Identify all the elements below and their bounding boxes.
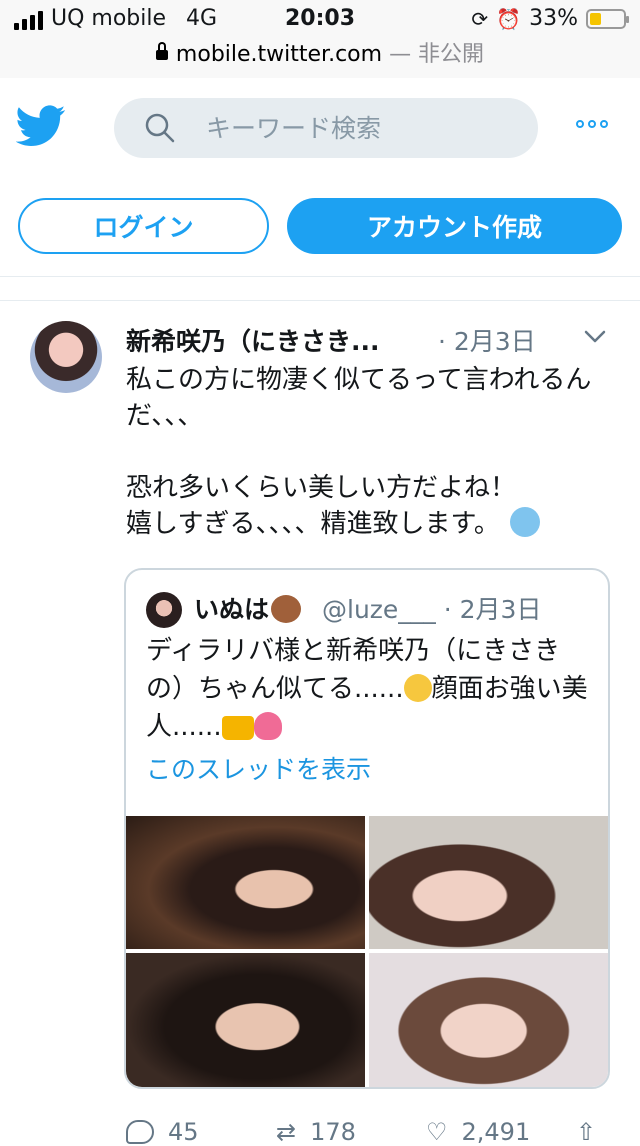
heart-emoji-icon xyxy=(253,712,282,740)
photo-1[interactable] xyxy=(126,816,365,949)
photo-grid xyxy=(126,816,608,1087)
reply-count: 45 xyxy=(168,1118,199,1146)
retweet-count: 178 xyxy=(310,1118,356,1146)
url-bar[interactable]: mobile.twitter.com — 非公開 xyxy=(0,40,640,78)
status-bar: UQ mobile 4G 20:03 ⟳ ⏰ 33% xyxy=(0,0,640,40)
quoted-date: · 2月3日 xyxy=(443,595,542,624)
tweet-text-line: 恐れ多いくらい美しい方だよね！ xyxy=(126,473,517,503)
chevron-down-icon[interactable] xyxy=(584,330,606,344)
tweet-text-line: 私この方に物凄く似てるって言われるんだ、、、 xyxy=(126,365,592,431)
author-avatar[interactable] xyxy=(30,321,102,393)
tweet-text-line: 嬉しすぎる、、、、精進致します。 xyxy=(126,509,500,539)
url-domain: mobile.twitter.com xyxy=(175,42,383,67)
reply-button[interactable]: 45 xyxy=(126,1118,276,1146)
like-count: 2,491 xyxy=(461,1118,531,1146)
retweet-icon: ⇄ xyxy=(276,1118,297,1146)
rotation-lock-icon: ⟳ xyxy=(471,6,489,31)
twitter-logo-icon[interactable] xyxy=(16,104,66,148)
reply-icon xyxy=(126,1120,154,1144)
search-icon xyxy=(145,113,175,143)
alarm-icon: ⏰ xyxy=(496,6,522,31)
tweet-actions: 45 ⇄ 178 ♡ 2,491 ⇧ xyxy=(126,1118,616,1146)
quoted-tweet[interactable]: いぬは @luze___ · 2月3日 ディラリバ様と新希咲乃（にきさきの）ちゃ… xyxy=(124,568,610,1089)
photo-4[interactable] xyxy=(369,953,608,1087)
retweet-button[interactable]: ⇄ 178 xyxy=(276,1118,426,1146)
tweet-text: 私この方に物凄く似てるって言われるんだ、、、 恐れ多いくらい美しい方だよね！ 嬉… xyxy=(126,362,616,542)
tweet-date[interactable]: · 2月3日 xyxy=(438,322,536,358)
like-button[interactable]: ♡ 2,491 xyxy=(426,1118,576,1146)
private-mode-label: — 非公開 xyxy=(389,42,485,67)
battery-percent: 33% xyxy=(529,6,578,31)
more-options-icon[interactable] xyxy=(576,120,608,128)
rolling-eyes-emoji-icon xyxy=(403,674,432,702)
signup-button[interactable]: アカウント作成 xyxy=(287,198,622,254)
quoted-author-name: いぬは xyxy=(194,590,302,626)
photo-3[interactable] xyxy=(126,953,365,1087)
bear-emoji-icon xyxy=(271,595,302,623)
divider xyxy=(0,276,640,277)
battery-icon xyxy=(586,8,629,29)
quoted-author-handle: @luze___ · 2月3日 xyxy=(322,595,542,624)
cold-face-emoji-icon xyxy=(509,507,540,537)
search-input[interactable] xyxy=(206,98,526,158)
share-icon[interactable]: ⇧ xyxy=(576,1118,596,1146)
quoted-text: ディラリバ様と新希咲乃（にきさきの）ちゃん似てる...... 顔面お強い美人...… xyxy=(146,636,588,742)
divider xyxy=(0,300,640,301)
lock-icon xyxy=(155,42,168,60)
search-bar[interactable] xyxy=(114,98,538,158)
heart-icon: ♡ xyxy=(426,1118,448,1146)
photo-2[interactable] xyxy=(369,816,608,949)
login-button[interactable]: ログイン xyxy=(18,198,269,254)
author-name[interactable]: 新希咲乃（にきさき... xyxy=(126,322,411,358)
quoted-author-avatar xyxy=(146,592,182,628)
show-thread-link[interactable]: このスレッドを表示 xyxy=(146,750,371,786)
crown-emoji-icon xyxy=(221,716,254,740)
